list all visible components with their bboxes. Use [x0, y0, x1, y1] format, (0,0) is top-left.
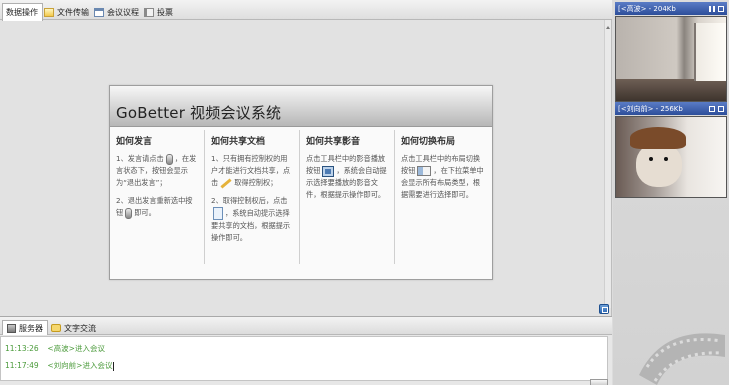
- server-icon: [7, 323, 16, 333]
- restore-icon[interactable]: [709, 105, 715, 112]
- log-time: 11:17:49: [5, 361, 39, 370]
- eye: [649, 157, 653, 161]
- help-heading: 如何切换布局: [401, 137, 456, 147]
- help-heading: 如何共享影音: [306, 137, 361, 147]
- film-reel-decoration: [639, 333, 725, 385]
- send-button[interactable]: [590, 379, 608, 385]
- help-columns: 如何发言 1、发言请点击 ，在发言状态下，按钮会显示为“退出发言”； 2、退出发言…: [110, 130, 494, 270]
- help-heading: 如何发言: [116, 137, 153, 147]
- welcome-title: GoBetter 视频会议系统: [110, 86, 492, 127]
- layout-icon: [417, 166, 432, 176]
- restore-icon[interactable]: [718, 105, 724, 112]
- help-text: 点击工具栏中的影音播放按钮 ，系统会自动提示选择要播放的影音文件，根据提示操作即可…: [306, 153, 389, 201]
- microphone-icon: [125, 207, 133, 219]
- tab-file-transfer[interactable]: 文件传输: [40, 3, 94, 20]
- bear-face: [636, 143, 682, 187]
- help-text: 2、取得控制权后，点击，系统自动提示选择要共享的文档，根据提示操作即可。: [211, 195, 294, 244]
- tab-label: 会议议程: [107, 7, 139, 17]
- welcome-card: GoBetter 视频会议系统 如何发言 1、发言请点击 ，在发言状态下，按钮会显…: [109, 85, 493, 280]
- tab-label: 文字交流: [64, 323, 96, 333]
- help-share-doc: 如何共享文档 1、只有拥有控制权的用户才能进行文档共享，点击 取得控制权； 2、取…: [205, 130, 300, 264]
- vote-icon: [144, 7, 154, 17]
- video-feed-liuxiangqian[interactable]: [615, 116, 727, 198]
- agenda-icon: [94, 7, 104, 17]
- tab-label: 数据操作: [6, 8, 38, 17]
- video-label: [<高波> - 204Kb: [618, 4, 676, 13]
- help-text: 2、退出发言重新选中按钮 即可。: [116, 195, 199, 219]
- video-column: [<高波> - 204Kb [<刘向前> - 256Kb: [613, 0, 729, 385]
- log-tabbar: 服务器 文字交流: [0, 317, 612, 335]
- folder-icon: [44, 7, 54, 17]
- tab-label: 文件传输: [57, 7, 89, 17]
- help-switch-layout: 如何切换布局 点击工具栏中的布局切换按钮 ，在下拉菜单中会显示所有布局类型，根据需…: [395, 130, 492, 264]
- main-panel: 数据操作 文件传输 会议议程 投票 GoBetter 视频会议系统 如何发言 1…: [0, 0, 612, 316]
- expand-icon[interactable]: [599, 304, 609, 314]
- log-output[interactable]: 11:13:26 <高波>进入会议 11:17:49 <刘向前>进入会议: [0, 336, 608, 381]
- chat-icon: [51, 324, 61, 332]
- help-text: 点击工具栏中的布局切换按钮 ，在下拉菜单中会显示所有布局类型，根据需要进行选择即可…: [401, 153, 487, 201]
- scroll-up-icon[interactable]: [606, 26, 610, 29]
- log-text: <刘向前>进入会议: [47, 361, 113, 370]
- tab-label: 投票: [157, 7, 173, 17]
- help-speak: 如何发言 1、发言请点击 ，在发言状态下，按钮会显示为“退出发言”； 2、退出发言…: [110, 130, 205, 264]
- tab-label: 服务器: [19, 323, 43, 333]
- video-title-bar: [<刘向前> - 256Kb: [615, 102, 727, 115]
- help-text: 1、只有拥有控制权的用户才能进行文档共享，点击 取得控制权；: [211, 153, 294, 189]
- log-time: 11:13:26: [5, 344, 39, 353]
- vertical-scrollbar[interactable]: [604, 20, 611, 308]
- tab-data-operation[interactable]: 数据操作: [2, 3, 43, 21]
- log-panel: 服务器 文字交流 11:13:26 <高波>进入会议 11:17:49 <刘向前…: [0, 316, 612, 385]
- help-text-part: 1、发言请点击: [116, 154, 164, 163]
- bear-hat: [630, 127, 686, 149]
- tab-text-chat[interactable]: 文字交流: [46, 320, 101, 335]
- text-caret: [113, 361, 115, 371]
- microphone-icon: [165, 153, 173, 165]
- main-tabbar: 数据操作 文件传输 会议议程 投票: [0, 0, 612, 21]
- tab-agenda[interactable]: 会议议程: [90, 3, 144, 20]
- help-text-part: 2、取得控制权后，点击: [211, 196, 288, 205]
- pause-icon[interactable]: [709, 5, 715, 12]
- video-feed-gaobo[interactable]: [615, 16, 727, 102]
- pen-icon: [220, 177, 232, 189]
- log-entry: 11:13:26 <高波>进入会议: [5, 340, 603, 357]
- document-icon: [213, 207, 223, 220]
- restore-icon[interactable]: [718, 5, 724, 12]
- log-text: <高波>进入会议: [47, 344, 105, 353]
- tab-vote[interactable]: 投票: [140, 3, 178, 20]
- help-share-media: 如何共享影音 点击工具栏中的影音播放按钮 ，系统会自动提示选择要播放的影音文件，根…: [300, 130, 395, 264]
- tab-server[interactable]: 服务器: [2, 320, 48, 335]
- eye: [664, 157, 668, 161]
- help-text-part: 即可。: [134, 208, 156, 217]
- media-play-icon: [322, 165, 335, 177]
- help-heading: 如何共享文档: [211, 137, 266, 147]
- video-title-bar: [<高波> - 204Kb: [615, 2, 727, 15]
- help-text-part: 取得控制权；: [234, 178, 278, 187]
- log-entry: 11:17:49 <刘向前>进入会议: [5, 357, 603, 374]
- video-label: [<刘向前> - 256Kb: [618, 104, 683, 113]
- help-text: 1、发言请点击 ，在发言状态下，按钮会显示为“退出发言”；: [116, 153, 199, 189]
